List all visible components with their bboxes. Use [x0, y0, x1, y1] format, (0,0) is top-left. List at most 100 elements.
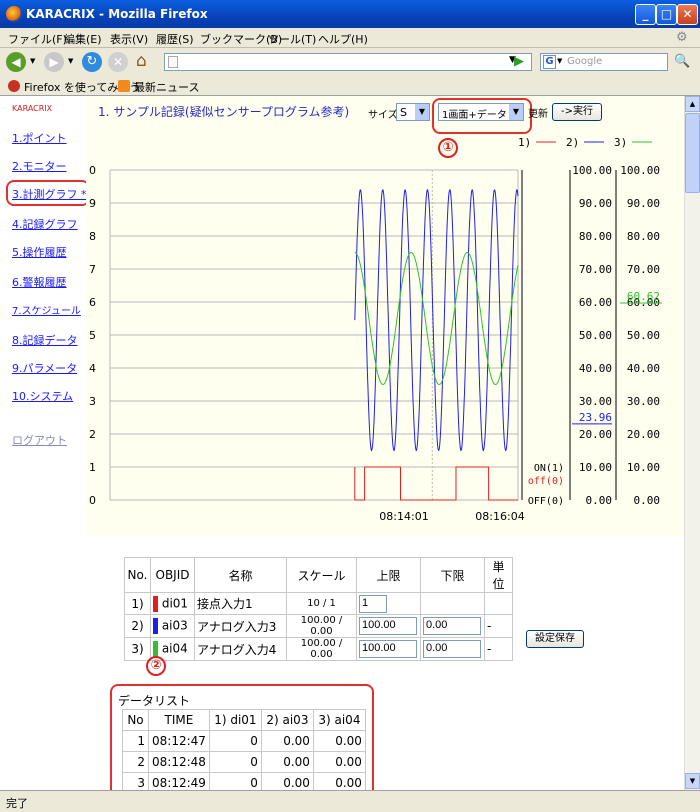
bookmark-latest-news[interactable]: 最新ニュース	[134, 79, 199, 95]
logout-link[interactable]: ログアウト	[12, 432, 67, 448]
cell: 0.00	[260, 730, 314, 752]
legend-label: 1)	[518, 136, 531, 149]
datalist-wrap: No TIME 1) di01 2) ai03 3) ai04 1 08:12:…	[122, 709, 366, 790]
table-row: 1) di01 接点入力1 10 / 1 1	[124, 592, 513, 615]
menu-view[interactable]: 表示(V)	[110, 31, 148, 47]
go-icon[interactable]: ▶	[514, 54, 524, 69]
ai03-tick-label: 40.00	[579, 362, 612, 375]
menu-tools[interactable]: ツール(T)	[268, 31, 316, 47]
stop-icon[interactable]: ✕	[108, 52, 128, 72]
sidebar-item-record-graph[interactable]: 4.記録グラフ	[12, 216, 78, 232]
rss-icon	[118, 80, 130, 92]
upper-input[interactable]: 1	[359, 594, 387, 613]
header-upper: 上限	[356, 557, 421, 593]
table-row: 2) ai03 アナログ入力3 100.00 / 0.00 100.00 0.0…	[124, 614, 513, 638]
row-lower: 0.00	[420, 637, 485, 661]
menu-history[interactable]: 履歴(S)	[156, 31, 194, 47]
row-no: 2)	[124, 614, 151, 638]
color-swatch	[153, 618, 158, 634]
forward-icon[interactable]: ▶	[44, 52, 64, 72]
search-engine-dropdown-icon[interactable]: ▼	[557, 57, 562, 65]
ai04-current-value: 60.62	[627, 290, 660, 303]
row-name: 接点入力1	[194, 592, 287, 615]
y-tick-label: 1	[89, 461, 96, 474]
close-button[interactable]: ✕	[677, 4, 698, 25]
scroll-thumb[interactable]	[685, 113, 700, 193]
config-table-wrap: No. OBJID 名称 スケール 上限 下限 単位 1) di01 接点入力1…	[124, 557, 513, 661]
row-no: 3)	[124, 637, 151, 661]
sidebar-item-system[interactable]: 10.システム	[12, 388, 73, 404]
sidebar-item-parameter[interactable]: 9.パラメータ	[12, 360, 77, 376]
window-title: KARACRIX - Mozilla Firefox	[26, 7, 208, 21]
cell: 08:12:49	[148, 772, 210, 790]
bookmarks-bar: Firefox を使ってみよう 最新ニュース	[0, 76, 700, 96]
header-name: 名称	[194, 557, 287, 593]
navigation-bar: ◀ ▼ ▶ ▼ ↻ ✕ ⌂ ▼ ▶ G ▼ Google 🔍	[0, 48, 700, 76]
x-tick-label: 08:14:01	[379, 510, 428, 523]
cell: 2	[122, 751, 149, 773]
y-tick-label: 6	[89, 296, 96, 309]
sidebar-item-alarm-history[interactable]: 6.警報履歴	[12, 274, 67, 290]
ai03-tick-label: 20.00	[579, 428, 612, 441]
sidebar-item-schedule[interactable]: 7.スケジュール	[12, 302, 81, 317]
header-scale: スケール	[286, 557, 357, 593]
dl-header-time: TIME	[148, 709, 210, 731]
ai03-tick-label: 30.00	[579, 395, 612, 408]
search-field[interactable]: G ▼ Google	[540, 53, 668, 71]
vertical-scrollbar[interactable]: ▲ ▼	[684, 96, 700, 790]
cell: 0.00	[312, 730, 366, 752]
upper-input[interactable]: 100.00	[359, 617, 417, 635]
minimize-button[interactable]: _	[635, 4, 656, 25]
reload-icon[interactable]: ↻	[82, 52, 102, 72]
firefox-logo-icon	[6, 6, 22, 22]
cell: 3	[122, 772, 149, 790]
row-no: 1)	[124, 592, 151, 615]
row-upper: 100.00	[356, 614, 421, 638]
maximize-button[interactable]: □	[656, 4, 677, 25]
menu-edit[interactable]: 編集(E)	[64, 31, 102, 47]
lower-input[interactable]: 0.00	[423, 640, 481, 658]
google-icon[interactable]: G	[543, 55, 556, 69]
home-icon[interactable]: ⌂	[136, 51, 147, 71]
ai04-tick-label: 0.00	[634, 494, 661, 507]
upper-input[interactable]: 100.00	[359, 640, 417, 658]
sidebar-item-point[interactable]: 1.ポイント	[12, 130, 67, 146]
save-settings-button[interactable]: 設定保存	[526, 630, 584, 648]
back-menu-icon[interactable]: ▼	[30, 57, 35, 65]
back-icon[interactable]: ◀	[6, 52, 26, 72]
y-tick-label: 0	[89, 494, 96, 507]
sidebar-item-record-data[interactable]: 8.記録データ	[12, 332, 78, 348]
karacrix-logo: KARACRIX	[12, 104, 53, 113]
y-tick-label: 4	[89, 362, 96, 375]
ai04-tick-label: 90.00	[627, 197, 660, 210]
status-bar: 完了	[0, 790, 700, 812]
ai03-tick-label: 0.00	[586, 494, 613, 507]
throbber-icon: ⚙	[676, 30, 688, 45]
cell: 0.00	[260, 772, 314, 790]
row-unit	[484, 592, 513, 615]
table-row: 2 08:12:48 0 0.00 0.00	[122, 751, 366, 773]
search-icon[interactable]: 🔍	[674, 54, 690, 69]
menu-help[interactable]: ヘルプ(H)	[318, 31, 368, 47]
row-unit: -	[484, 614, 513, 638]
ai03-tick-label: 100.00	[572, 164, 612, 177]
scroll-up-icon[interactable]: ▲	[685, 96, 700, 112]
color-swatch	[153, 595, 158, 612]
y-tick-label: 8	[89, 230, 96, 243]
menu-file[interactable]: ファイル(F)	[8, 31, 67, 47]
ai03-tick-label: 50.00	[579, 329, 612, 342]
sidebar-item-operation-history[interactable]: 5.操作履歴	[12, 244, 67, 260]
forward-menu-icon[interactable]: ▼	[68, 57, 73, 65]
table-row: 3 08:12:49 0 0.00 0.00	[122, 772, 366, 790]
scroll-down-icon[interactable]: ▼	[685, 773, 700, 789]
url-field[interactable]: ▼	[164, 53, 532, 71]
ai04-tick-label: 100.00	[620, 164, 660, 177]
y-tick-label: 7	[89, 263, 96, 276]
onoff-tick-label: off(0)	[528, 476, 564, 487]
header-unit: 単位	[484, 557, 513, 593]
ai03-tick-label: 60.00	[579, 296, 612, 309]
sidebar-item-monitor[interactable]: 2.モニター	[12, 158, 67, 174]
lower-input[interactable]: 0.00	[423, 617, 481, 635]
ai04-tick-label: 40.00	[627, 362, 660, 375]
ai03-tick-label: 70.00	[579, 263, 612, 276]
